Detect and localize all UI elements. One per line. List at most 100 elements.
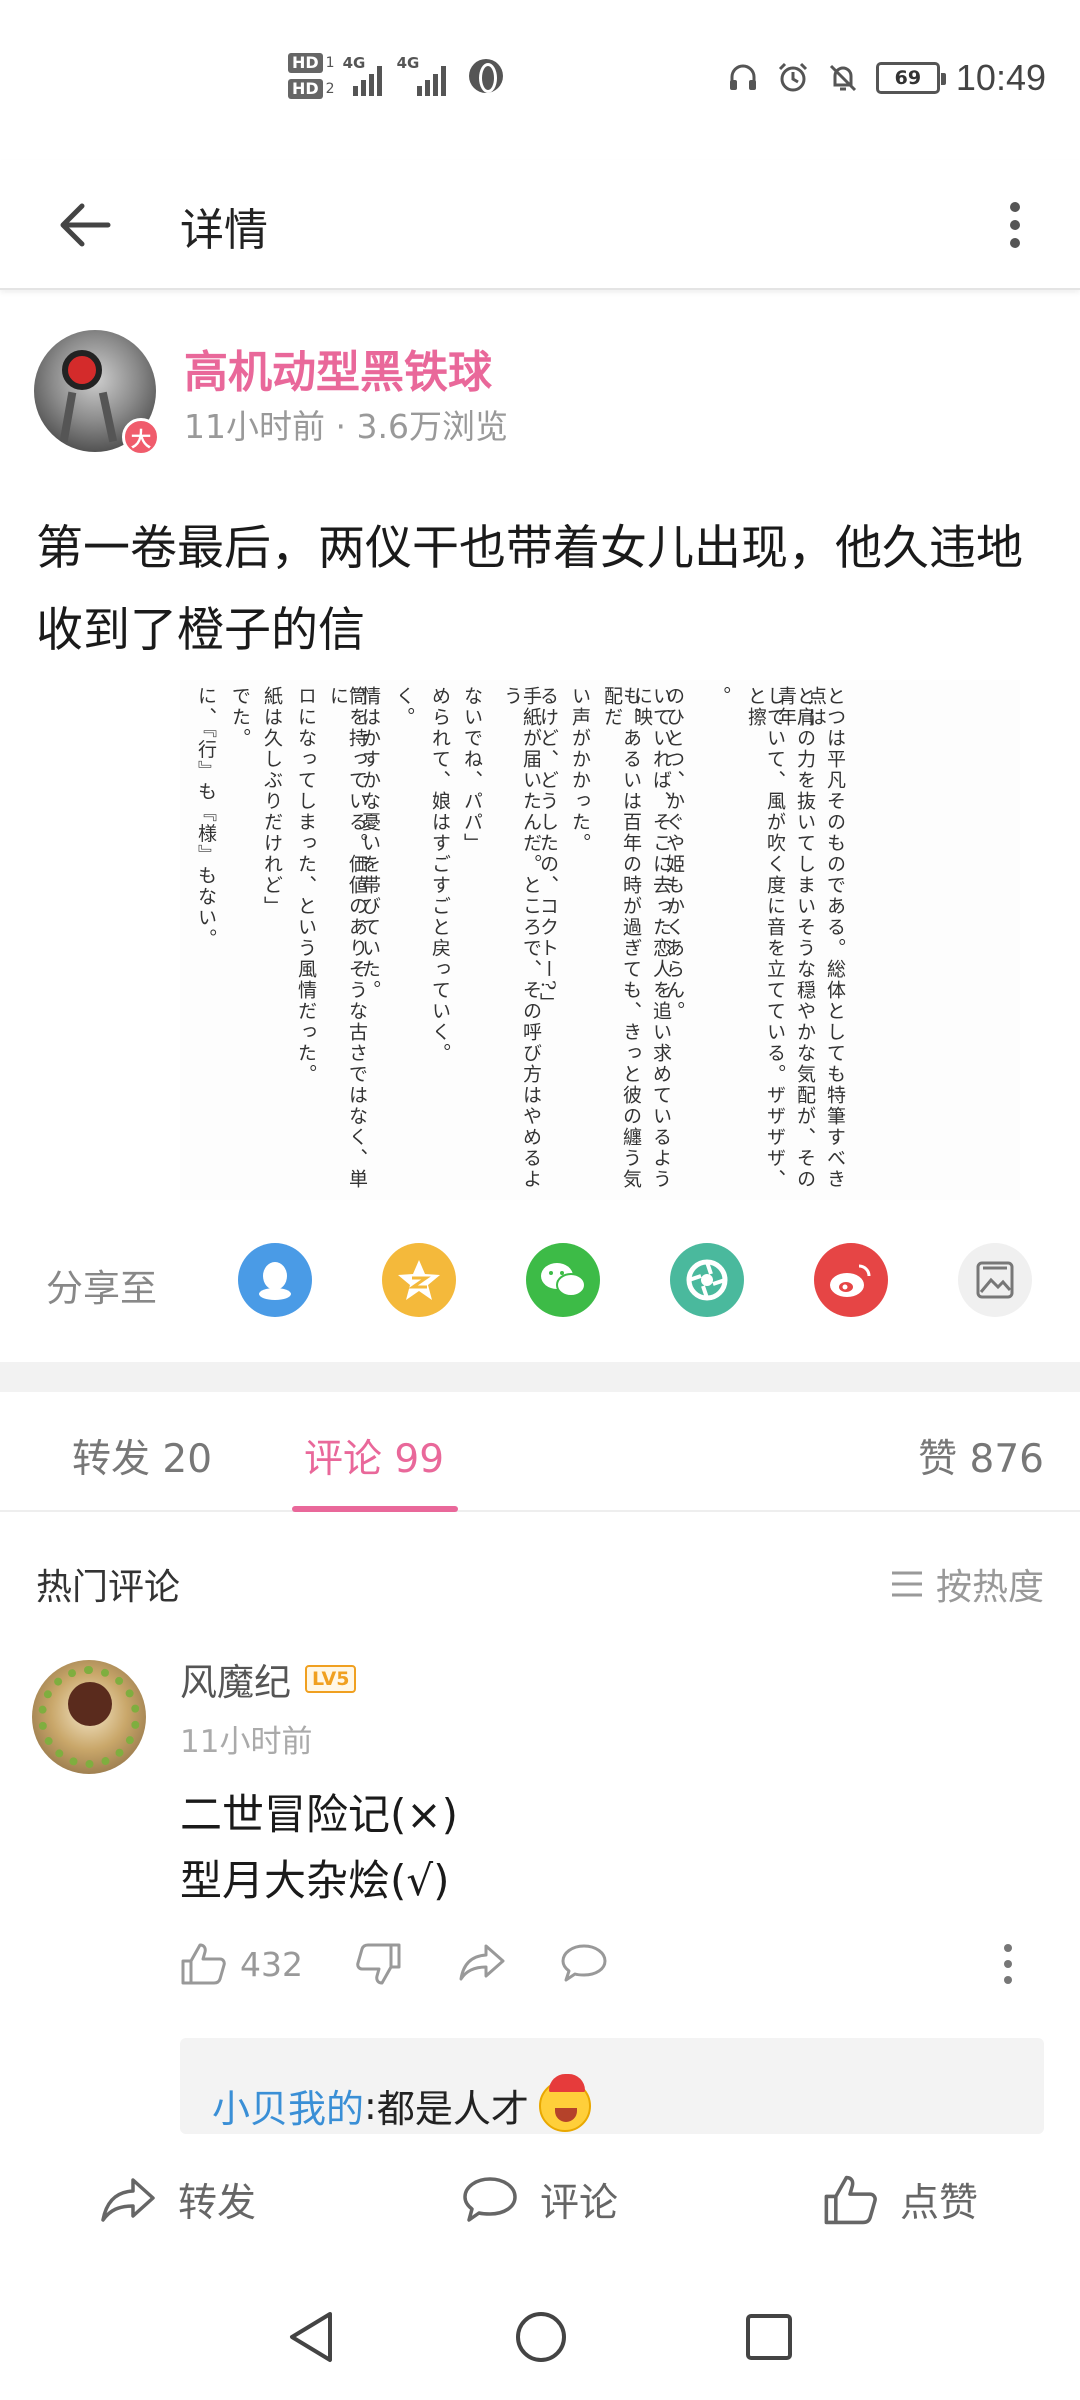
commenter-avatar[interactable]: [32, 1660, 146, 1774]
page-title: 详情: [180, 205, 268, 256]
signal-icon: 4G: [343, 54, 389, 96]
hot-comments-title: 热门评论: [36, 1567, 181, 1608]
app-bar: 详情: [0, 160, 1080, 290]
image-icon: [976, 1261, 1014, 1299]
mute-bell-icon: [826, 61, 860, 95]
comment-like-count: 432: [240, 1944, 303, 1984]
status-right: 69 10:49: [726, 50, 1046, 106]
thumbs-down-icon: [356, 1943, 401, 1985]
level-badge: LV5: [305, 1665, 357, 1693]
image-text-column: められて、娘はすごすごと戻っていく。: [429, 686, 451, 1064]
tab-repost[interactable]: 转发 20: [72, 1428, 212, 1484]
comment-reply-button[interactable]: [560, 1942, 608, 1984]
like-label: 点赞: [900, 2181, 979, 2226]
reply-text: 小贝我的 : 都是人才: [212, 2073, 591, 2133]
comment-more-button[interactable]: [1002, 1942, 1014, 1986]
more-options-button[interactable]: [980, 190, 1050, 260]
share-qzone-button[interactable]: [382, 1243, 456, 1317]
share-arrow-icon: [459, 1944, 505, 1981]
reply-user[interactable]: 小贝我的: [212, 2078, 364, 2133]
section-divider: [0, 1362, 1080, 1392]
comment-text: 二世冒险记(×) 型月大杂烩(√): [180, 1782, 458, 1914]
thumbs-up-icon: [824, 2175, 877, 2225]
speech-bubble-icon: [463, 2177, 517, 2222]
image-text-column: でた。: [229, 686, 251, 749]
comment-time: 11小时前: [180, 1724, 313, 1760]
comment-actions: 432: [180, 1942, 1040, 2002]
more-vertical-icon: [1004, 1944, 1012, 1984]
image-text-column: ロになってしまった、という風情だった。: [295, 686, 317, 1085]
globe-icon: [468, 59, 503, 93]
laughing-emoji-icon: [538, 2073, 591, 2132]
like-button[interactable]: 点赞: [822, 2172, 978, 2228]
share-arrow-icon: [101, 2178, 155, 2222]
reply-separator: :: [364, 2083, 377, 2128]
share-qq-button[interactable]: [238, 1243, 312, 1317]
share-save-image-button[interactable]: [958, 1243, 1032, 1317]
commenter-name[interactable]: 风魔纪: [180, 1652, 291, 1706]
image-text-column: 筒を持っている。価値のありそうな古さではなく、単に: [327, 686, 368, 1190]
image-text-column: く。: [393, 686, 415, 728]
image-text-column: 手紙が届いたんだ。ところで、その呼び方はやめるよう: [501, 686, 542, 1190]
comment-button[interactable]: 评论: [462, 2172, 618, 2228]
status-left: HD 1 HD 2 4G 4G: [288, 48, 503, 104]
comment-label: 评论: [540, 2181, 619, 2226]
share-moments-button[interactable]: [670, 1243, 744, 1317]
image-text-column: していて、風が吹く度に音を立てている。ザザザザ、と擦: [745, 686, 786, 1190]
tab-like[interactable]: 赞 876: [918, 1428, 1044, 1484]
sort-button[interactable]: 按热度: [890, 1558, 1044, 1610]
image-text-column: ないでね、パパ」: [461, 686, 483, 854]
image-text-column: も、あるいは百年の時が過ぎても、きっと彼の纏う気配だ: [601, 686, 642, 1190]
thumbs-up-icon: [181, 1943, 226, 1985]
clock: 10:49: [955, 57, 1046, 98]
image-text-column: 紙は久しぶりだけれど」: [261, 686, 283, 917]
post-meta: 11小时前 · 3.6万浏览: [184, 407, 508, 446]
qq-icon: [259, 1262, 291, 1300]
nav-back-button[interactable]: [276, 2302, 346, 2372]
comment-dislike-button[interactable]: [356, 1942, 402, 1986]
sort-label: 按热度: [935, 1567, 1044, 1608]
share-wechat-button[interactable]: [526, 1243, 600, 1317]
image-text-column: 。: [709, 686, 731, 707]
active-tab-indicator: [292, 1506, 458, 1512]
hd-icon: HD: [288, 53, 323, 73]
nav-home-button[interactable]: [506, 2302, 576, 2372]
author-badge: 大: [122, 418, 160, 456]
square-recents-icon: [746, 2314, 792, 2360]
comment-line: 型月大杂烩(√): [180, 1856, 450, 1905]
comment-line: 二世冒险记(×): [180, 1790, 458, 1839]
circle-home-icon: [516, 2312, 566, 2362]
bottom-action-bar: 转发 评论 点赞: [0, 2134, 1080, 2274]
tab-comment[interactable]: 评论 99: [304, 1428, 444, 1484]
reply-content: 都是人才: [376, 2087, 529, 2131]
post-author: 大 高机动型黑铁球 11小时前 · 3.6万浏览: [34, 330, 1044, 456]
triangle-back-icon: [290, 2312, 332, 2362]
repost-button[interactable]: 转发: [100, 2172, 256, 2228]
system-nav-bar: [0, 2274, 1080, 2400]
author-name[interactable]: 高机动型黑铁球: [184, 336, 492, 400]
post-image[interactable]: とつは平凡そのものである。総体としても特筆すべき点は と肩の力を抜いてしまいそうな…: [180, 680, 1020, 1200]
battery-icon: 69: [875, 62, 946, 94]
hd-icon: HD: [288, 79, 323, 99]
speech-bubble-icon: [561, 1944, 607, 1982]
reply-preview[interactable]: 小贝我的 : 都是人才: [180, 2038, 1044, 2134]
share-row: 分享至: [0, 1240, 1080, 1320]
signal-icon: 4G: [397, 54, 459, 96]
repost-label: 转发: [178, 2181, 257, 2226]
moments-icon: [686, 1259, 728, 1301]
status-bar: HD 1 HD 2 4G 4G 69 10:49: [0, 0, 1080, 160]
back-button[interactable]: [50, 190, 120, 260]
back-arrow-icon: [60, 203, 111, 247]
hd-indicators: HD 1 HD 2: [288, 53, 335, 99]
image-text-column: に、『行』も『様』もない。: [195, 686, 217, 950]
wechat-icon: [541, 1263, 586, 1297]
menu-icon: [891, 1571, 922, 1597]
more-vertical-icon: [1010, 202, 1020, 248]
nav-recents-button[interactable]: [734, 2302, 804, 2372]
image-text-column: い声がかかった。: [569, 686, 591, 854]
share-weibo-button[interactable]: [814, 1243, 888, 1317]
alarm-icon: [776, 61, 810, 95]
comment-like-button[interactable]: 432: [180, 1942, 303, 1986]
comment-share-button[interactable]: [458, 1942, 506, 1982]
interaction-tabs: 转发 20 评论 99 赞 876: [0, 1392, 1080, 1512]
